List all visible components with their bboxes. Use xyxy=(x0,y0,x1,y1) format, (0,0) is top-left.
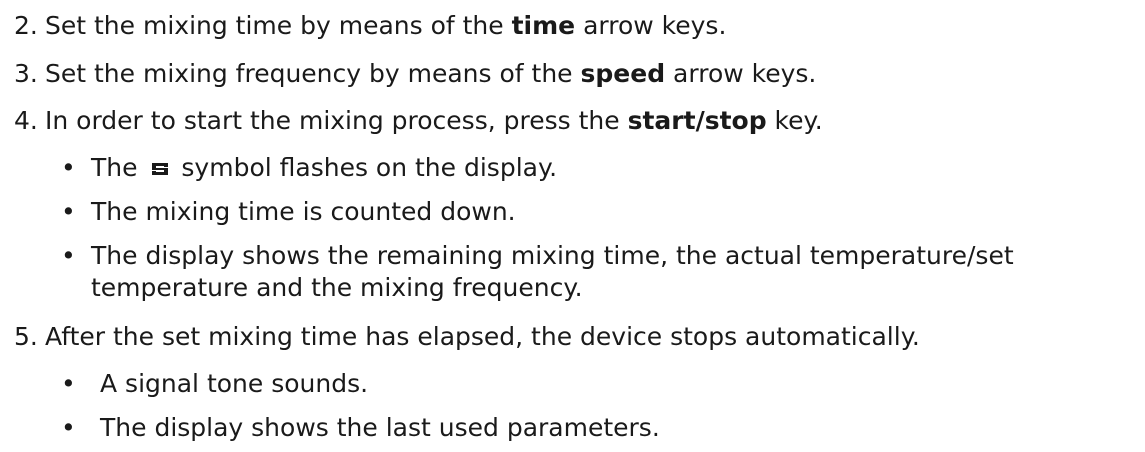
key-name-speed: speed xyxy=(580,59,666,88)
key-name-time: time xyxy=(511,11,576,40)
instruction-list: 2. Set the mixing time by means of the ti… xyxy=(0,0,1145,452)
step-number: 2. xyxy=(14,11,38,40)
step-3: 3. Set the mixing frequency by means of t… xyxy=(14,58,816,90)
step-text: In order to start the mixing process, pr… xyxy=(45,106,628,135)
step-text: Set the mixing time by means of the xyxy=(45,11,512,40)
bullet-marker: • xyxy=(61,197,76,226)
bullet-text: The symbol flashes on the display. xyxy=(91,152,557,187)
step-number: 3. xyxy=(14,59,38,88)
bullet-text-continuation: temperature and the mixing frequency. xyxy=(91,273,583,302)
bullet-text: The mixing time is counted down. xyxy=(91,197,516,226)
bullet-marker: • xyxy=(61,153,76,182)
bullet-marker: • xyxy=(61,241,76,270)
step-5: 5. After the set mixing time has elapsed,… xyxy=(14,321,920,353)
bullet-marker: • xyxy=(61,413,76,442)
step-text: Set the mixing frequency by means of the xyxy=(45,59,581,88)
step-text: arrow keys. xyxy=(665,59,817,88)
step-4: 4. In order to start the mixing process, … xyxy=(14,105,823,137)
step-text: key. xyxy=(766,106,823,135)
step-text: After the set mixing time has elapsed, t… xyxy=(45,322,920,351)
bullet-text: The display shows the last used paramete… xyxy=(100,413,660,442)
step-number: 4. xyxy=(14,106,38,135)
bullet-text: A signal tone sounds. xyxy=(100,369,369,398)
mixing-symbol-icon xyxy=(149,155,171,187)
step-2: 2. Set the mixing time by means of the ti… xyxy=(14,10,726,42)
key-name-start-stop: start/stop xyxy=(627,106,767,135)
bullet-text: The display shows the remaining mixing t… xyxy=(91,241,1014,270)
step-text: arrow keys. xyxy=(575,11,727,40)
step-number: 5. xyxy=(14,322,38,351)
bullet-marker: • xyxy=(61,369,76,398)
